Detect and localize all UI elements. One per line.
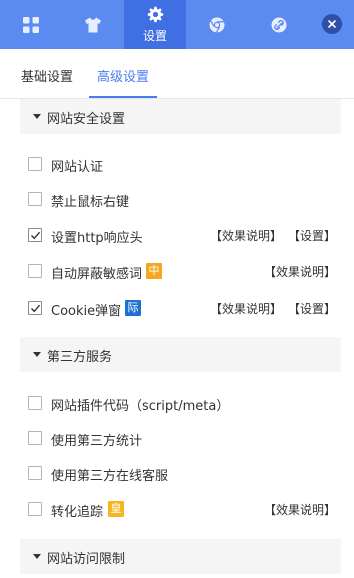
section-title: 网站安全设置: [47, 112, 126, 127]
tier-badge: 皇: [108, 501, 124, 517]
tab-basic-settings[interactable]: 基础设置: [21, 66, 73, 85]
settings-link[interactable]: 【设置】: [288, 300, 336, 317]
caret-down-icon: [33, 554, 41, 559]
chrome-icon: [209, 17, 225, 33]
theme-button[interactable]: [62, 0, 124, 49]
section-title: 网站访问限制: [47, 552, 126, 567]
option-links: 【效果说明】 【设置】: [210, 300, 336, 317]
option-label: 设置http响应头: [51, 231, 143, 246]
settings-link[interactable]: 【设置】: [288, 227, 336, 244]
grid-icon: [23, 16, 39, 33]
option-label: 网站插件代码（script/meta）: [51, 399, 230, 414]
link-icon: [271, 17, 287, 32]
option-label: 转化追踪: [51, 505, 104, 520]
checkbox[interactable]: [28, 396, 42, 410]
option-links: 【效果说明】: [264, 263, 336, 280]
section-header-access-restriction[interactable]: 网站访问限制: [20, 539, 341, 574]
checkbox-checked[interactable]: [28, 301, 42, 315]
option-sensitive-word-filter: 自动屏蔽敏感词 中 【效果说明】: [28, 263, 336, 282]
checkmark-icon: [31, 231, 41, 240]
gear-icon: [147, 6, 164, 22]
effect-description-link[interactable]: 【效果说明】: [264, 263, 336, 280]
option-third-party-chat: 使用第三方在线客服: [28, 465, 336, 484]
option-label: 使用第三方在线客服: [51, 469, 169, 484]
effect-description-link[interactable]: 【效果说明】: [264, 501, 336, 518]
option-third-party-analytics: 使用第三方统计: [28, 430, 336, 449]
settings-button[interactable]: 设置: [124, 0, 186, 49]
option-disable-right-click: 禁止鼠标右键: [28, 191, 336, 210]
option-conversion-tracking: 转化追踪 皇 【效果说明】: [28, 501, 336, 520]
option-http-headers: 设置http响应头 【效果说明】 【设置】: [28, 227, 336, 246]
shirt-icon: [85, 17, 101, 32]
caret-down-icon: [33, 352, 41, 357]
option-label: Cookie弹窗: [51, 304, 122, 319]
effect-description-link[interactable]: 【效果说明】: [210, 227, 282, 244]
checkbox[interactable]: [28, 466, 42, 480]
settings-tabs: 基础设置 高级设置: [0, 49, 354, 99]
option-label: 自动屏蔽敏感词: [51, 267, 143, 282]
option-site-verification: 网站认证: [28, 156, 336, 175]
close-button[interactable]: [322, 14, 342, 34]
option-label: 使用第三方统计: [51, 434, 143, 449]
tier-badge: 中: [146, 263, 162, 279]
checkbox[interactable]: [28, 502, 42, 516]
option-label: 禁止鼠标右键: [51, 195, 130, 210]
checkmark-icon: [31, 304, 41, 313]
close-icon: [328, 20, 336, 28]
active-tab-indicator: [89, 96, 157, 98]
section-header-site-security[interactable]: 网站安全设置: [20, 99, 341, 134]
section-title: 第三方服务: [47, 350, 113, 365]
caret-down-icon: [33, 114, 41, 119]
tab-advanced-settings[interactable]: 高级设置: [97, 66, 149, 85]
option-links: 【效果说明】 【设置】: [210, 227, 336, 244]
option-plugin-code: 网站插件代码（script/meta）: [28, 395, 336, 414]
tier-badge: 际: [125, 300, 141, 316]
checkbox[interactable]: [28, 157, 42, 171]
option-label: 网站认证: [51, 160, 104, 175]
settings-content: 网站安全设置 网站认证 禁止鼠标右键 设置http响应头 【效果说明】 【设置】…: [0, 99, 354, 578]
section-header-third-party[interactable]: 第三方服务: [20, 337, 341, 372]
top-toolbar: 设置: [0, 0, 354, 49]
checkbox[interactable]: [28, 192, 42, 206]
settings-label: 设置: [142, 28, 167, 43]
effect-description-link[interactable]: 【效果说明】: [210, 300, 282, 317]
option-links: 【效果说明】: [264, 501, 336, 518]
checkbox[interactable]: [28, 431, 42, 445]
checkbox[interactable]: [28, 264, 42, 278]
browser-button[interactable]: [186, 0, 248, 49]
option-cookie-popup: Cookie弹窗 际 【效果说明】 【设置】: [28, 300, 336, 319]
link-button[interactable]: [248, 0, 310, 49]
checkbox-checked[interactable]: [28, 228, 42, 242]
grid-button[interactable]: [0, 0, 62, 49]
